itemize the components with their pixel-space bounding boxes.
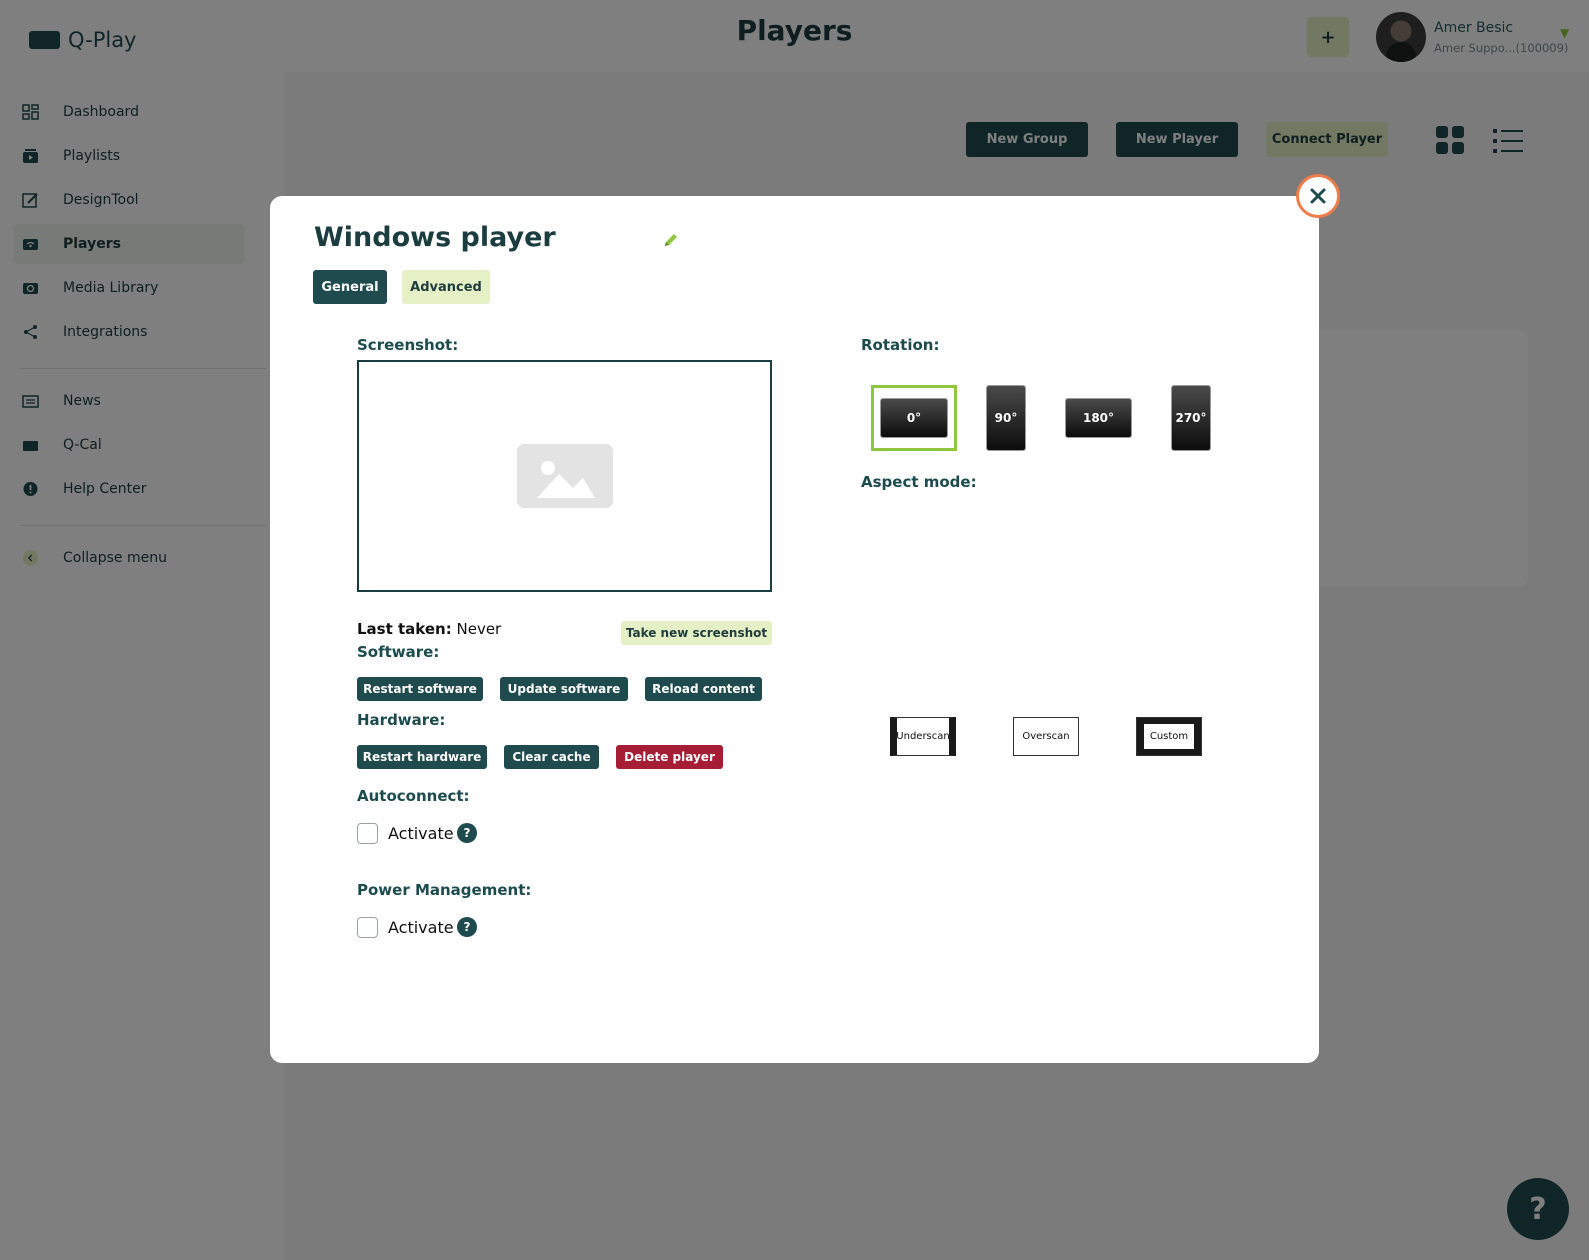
help-icon[interactable]: ? [457, 917, 477, 937]
rotation-label: Rotation: [861, 336, 940, 354]
edit-pencil-icon[interactable] [662, 231, 680, 249]
tab-general[interactable]: General [313, 270, 387, 304]
aspect-overscan-option[interactable]: Overscan [1013, 717, 1079, 756]
close-modal-button[interactable] [1296, 174, 1340, 218]
update-software-button[interactable]: Update software [500, 677, 628, 701]
close-icon [1310, 188, 1326, 204]
power-management-activate-label: Activate [388, 918, 454, 937]
restart-hardware-button[interactable]: Restart hardware [357, 745, 487, 769]
aspect-mode-label: Aspect mode: [861, 473, 977, 491]
aspect-underscan-option[interactable]: Underscan [890, 717, 956, 756]
last-taken-label: Last taken: [357, 620, 452, 638]
software-label: Software: [357, 643, 440, 661]
delete-player-button[interactable]: Delete player [616, 745, 723, 769]
player-settings-modal: Windows player General Advanced Screensh… [270, 196, 1319, 1063]
tab-advanced[interactable]: Advanced [402, 270, 490, 304]
image-placeholder-icon [517, 444, 613, 508]
power-management-checkbox[interactable] [357, 917, 378, 938]
rotation-90-label: 90° [987, 386, 1025, 450]
clear-cache-button[interactable]: Clear cache [504, 745, 599, 769]
autoconnect-label: Autoconnect: [357, 787, 470, 805]
hardware-label: Hardware: [357, 711, 446, 729]
autoconnect-activate-label: Activate [388, 824, 454, 843]
screenshot-preview [357, 360, 772, 592]
rotation-90-option[interactable]: 90° [986, 385, 1026, 451]
aspect-custom-label: Custom [1144, 724, 1194, 749]
power-management-label: Power Management: [357, 881, 532, 899]
aspect-custom-option[interactable]: Custom [1136, 717, 1202, 756]
aspect-overscan-label: Overscan [1022, 731, 1070, 742]
autoconnect-checkbox[interactable] [357, 823, 378, 844]
rotation-180-option[interactable]: 180° [1065, 385, 1132, 451]
rotation-0-label: 0° [881, 399, 947, 437]
restart-software-button[interactable]: Restart software [357, 677, 483, 701]
rotation-270-label: 270° [1172, 386, 1210, 450]
last-taken-value: Never [456, 620, 502, 638]
take-screenshot-button[interactable]: Take new screenshot [621, 621, 772, 645]
rotation-180-label: 180° [1066, 399, 1131, 437]
modal-title: Windows player [314, 222, 556, 253]
rotation-0-option[interactable]: 0° [871, 385, 957, 451]
screenshot-label: Screenshot: [357, 336, 459, 354]
help-icon[interactable]: ? [457, 823, 477, 843]
aspect-underscan-label: Underscan [896, 731, 950, 742]
rotation-270-option[interactable]: 270° [1171, 385, 1211, 451]
reload-content-button[interactable]: Reload content [645, 677, 762, 701]
last-taken: Last taken: Never [357, 620, 501, 638]
